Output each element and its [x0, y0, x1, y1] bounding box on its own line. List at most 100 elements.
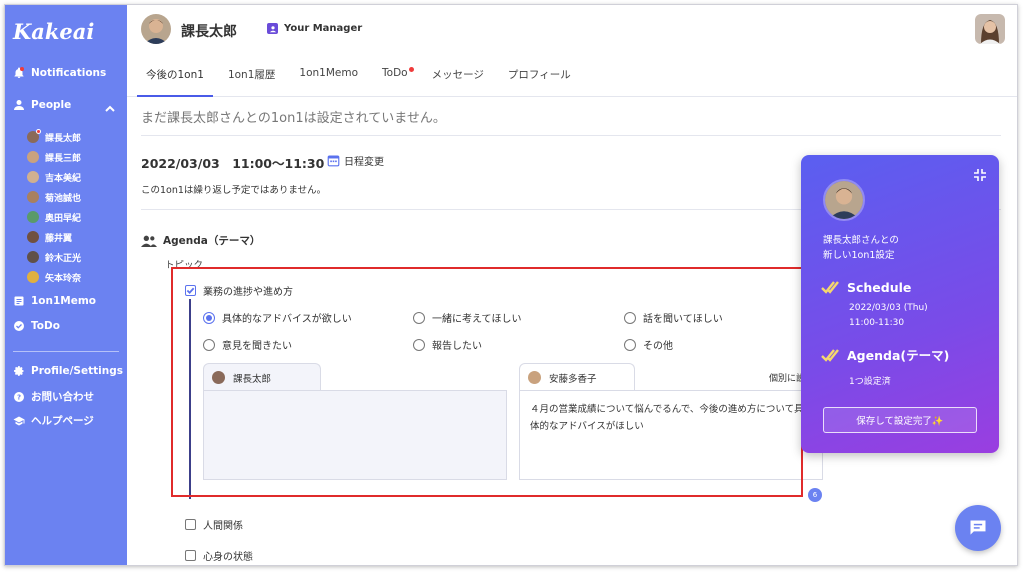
person-icon: [13, 99, 25, 111]
memo-tab[interactable]: 安藤多香子: [519, 363, 635, 391]
tab-label: メッセージ: [431, 69, 484, 81]
memo-text: ４月の営業成績について悩んでるんで、今後の進め方について具体的なアドバイスがほし…: [530, 404, 804, 432]
gear-icon: [13, 365, 25, 377]
sidebar: Kakeai Notifications People 課長太郎 課長三郎 吉本美紀…: [5, 5, 127, 565]
tab-2[interactable]: 1on1Memo: [290, 61, 367, 97]
topic-checkbox-progress[interactable]: 業務の進捗や進め方: [185, 283, 293, 298]
sidebar-person-name: 奥田早紀: [45, 213, 82, 224]
meeting-datetime: 2022/03/03 11:00〜11:30: [141, 156, 325, 171]
sidebar-person-name: 吉本美紀: [45, 173, 82, 184]
page-title: 課長太郎: [181, 24, 237, 40]
avatar: [27, 271, 39, 283]
memo-textarea[interactable]: [203, 390, 507, 480]
graduation-cap-icon: [13, 415, 25, 427]
panel-schedule-date: 2022/03/03 (Thu): [849, 303, 928, 313]
sidebar-person-name: 鈴木正光: [45, 253, 82, 264]
avatar: [27, 129, 41, 143]
tab-label: ToDo: [382, 67, 408, 79]
memo-author: 課長太郎: [233, 373, 272, 385]
sidebar-person-item[interactable]: 課長太郎: [27, 127, 81, 147]
sidebar-item-todo[interactable]: ToDo: [13, 320, 60, 332]
sidebar-item-help[interactable]: ヘルプページ: [13, 413, 94, 428]
avatar: [27, 211, 39, 223]
option-label: 意見を聞きたい: [222, 341, 292, 352]
avatar[interactable]: [975, 14, 1005, 44]
notification-dot: [36, 129, 41, 134]
checkbox-icon: [185, 550, 196, 561]
manager-badge: Your Manager: [267, 23, 362, 34]
option-radio-think-together[interactable]: 一緒に考えてほしい: [413, 310, 522, 325]
sidebar-person-item[interactable]: 課長三郎: [27, 147, 81, 167]
option-radio-report[interactable]: 報告したい: [413, 337, 482, 352]
count-badge: 6: [808, 488, 822, 502]
tab-bar: 今後の1on1 1on1履歴 1on1Memo ToDo メッセージ プロフィール: [137, 61, 586, 97]
sidebar-item-notifications[interactable]: Notifications: [13, 67, 106, 79]
option-radio-listen[interactable]: 話を聞いてほしい: [624, 310, 723, 325]
sidebar-person-item[interactable]: 吉本美紀: [27, 167, 81, 187]
sidebar-item-memo[interactable]: 1on1Memo: [13, 295, 96, 307]
topic-label-text: 心身の状態: [203, 552, 253, 563]
topic-checkbox-relationships[interactable]: 人間関係: [185, 517, 243, 532]
reschedule-button[interactable]: 日程変更: [327, 153, 384, 168]
topic-checkbox-wellbeing[interactable]: 心身の状態: [185, 548, 253, 563]
sidebar-person-name: 菊池誠也: [45, 193, 82, 204]
panel-schedule-detail: 2022/03/03 (Thu) 11:00-11:30: [849, 301, 928, 331]
option-radio-advice[interactable]: 具体的なアドバイスが欲しい: [203, 310, 352, 325]
people-list: 課長太郎課長三郎吉本美紀菊池誠也奥田早紀藤井翼鈴木正光矢本玲奈: [27, 127, 81, 287]
tab-1[interactable]: 1on1履歴: [219, 61, 284, 97]
avatar: [141, 14, 171, 44]
option-label: 具体的なアドバイスが欲しい: [222, 314, 352, 325]
option-label: 一緒に考えてほしい: [432, 314, 522, 325]
badge-icon: [267, 23, 278, 34]
reschedule-label: 日程変更: [344, 157, 384, 168]
memo-textarea[interactable]: ４月の営業成績について悩んでるんで、今後の進め方について具体的なアドバイスがほし…: [519, 390, 823, 480]
option-radio-opinion[interactable]: 意見を聞きたい: [203, 337, 292, 352]
sidebar-person-item[interactable]: 鈴木正光: [27, 247, 81, 267]
panel-schedule-time: 11:00-11:30: [849, 318, 905, 328]
notice-text: まだ課長太郎さんとの1on1は設定されていません。: [141, 111, 446, 126]
svg-text:?: ?: [17, 393, 21, 401]
sidebar-item-label: お問い合わせ: [31, 391, 94, 403]
avatar: [823, 179, 865, 221]
sidebar-person-item[interactable]: 奥田早紀: [27, 207, 81, 227]
topic-label-text: 業務の進捗や進め方: [203, 287, 293, 298]
tab-label: プロフィール: [507, 69, 571, 81]
chevron-up-icon[interactable]: [105, 99, 115, 112]
panel-section-label: Schedule: [847, 279, 912, 295]
sidebar-item-label: 1on1Memo: [31, 295, 97, 307]
sidebar-person-name: 課長三郎: [45, 153, 82, 164]
radio-icon: [203, 338, 215, 351]
app-window: Kakeai Notifications People 課長太郎 課長三郎 吉本美紀…: [4, 4, 1018, 566]
sidebar-item-people[interactable]: People: [13, 99, 71, 111]
tab-0[interactable]: 今後の1on1: [137, 61, 213, 97]
avatar: [27, 191, 39, 203]
memo-author: 安藤多香子: [549, 373, 597, 385]
checkbox-icon: [185, 519, 196, 530]
tab-4[interactable]: メッセージ: [423, 61, 493, 97]
panel-title: 課長太郎さんとの 新しい1on1設定: [823, 233, 899, 263]
tab-5[interactable]: プロフィール: [499, 61, 580, 97]
memo-tab[interactable]: 課長太郎: [203, 363, 321, 391]
sidebar-item-label: Profile/Settings: [31, 365, 123, 377]
save-button[interactable]: 保存して設定完了✨: [823, 407, 977, 433]
check-circle-icon: [13, 320, 25, 332]
sidebar-person-item[interactable]: 藤井翼: [27, 227, 81, 247]
sidebar-person-item[interactable]: 菊池誠也: [27, 187, 81, 207]
panel-title-line: 課長太郎さんとの: [823, 235, 899, 246]
help-circle-icon: ?: [13, 391, 25, 403]
panel-agenda-heading: Agenda(テーマ): [821, 345, 949, 364]
panel-schedule-heading: Schedule: [821, 279, 911, 295]
sidebar-item-profile-settings[interactable]: Profile/Settings: [13, 365, 123, 377]
sidebar-person-item[interactable]: 矢本玲奈: [27, 267, 81, 287]
chat-icon: [970, 520, 986, 535]
sidebar-person-name: 藤井翼: [45, 233, 73, 244]
radio-icon: [413, 338, 425, 351]
double-check-icon: [821, 348, 839, 362]
collapse-icon[interactable]: [973, 167, 987, 181]
chat-button[interactable]: [955, 505, 1001, 551]
calendar-icon: [327, 155, 340, 167]
sidebar-item-contact[interactable]: ? お問い合わせ: [13, 389, 94, 404]
option-radio-other[interactable]: その他: [624, 337, 673, 352]
avatar: [27, 231, 39, 243]
tab-3[interactable]: ToDo: [373, 61, 417, 97]
